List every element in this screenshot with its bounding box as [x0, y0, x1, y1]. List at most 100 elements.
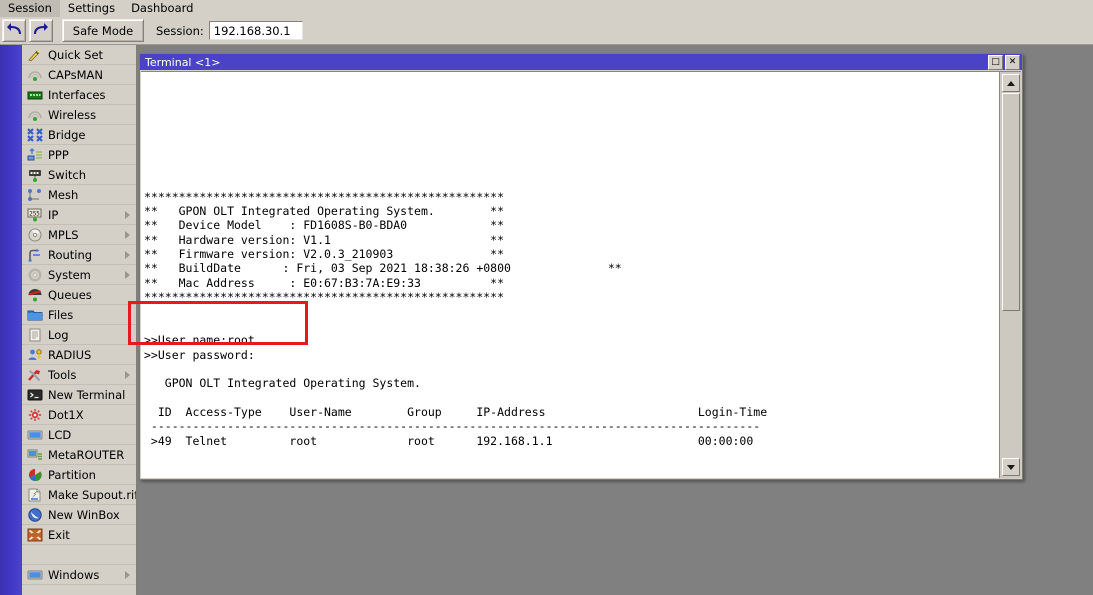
sidebar-item-new-terminal[interactable]: New Terminal	[22, 385, 136, 405]
sidebar-item-mesh[interactable]: Mesh	[22, 185, 136, 205]
queues-icon	[27, 288, 43, 302]
ip-255-icon: 255	[27, 208, 43, 222]
network-card-icon	[27, 88, 43, 102]
terminal-scrollbar[interactable]	[999, 72, 1021, 478]
sidebar-item-label: PPP	[48, 148, 69, 162]
terminal-close-button[interactable]: ✕	[1005, 55, 1020, 70]
sidebar-item-label: Routing	[48, 248, 92, 262]
sidebar-item-label: Interfaces	[48, 88, 105, 102]
radius-user-key-icon	[27, 348, 43, 362]
terminal-title-bar[interactable]: Terminal <1> □ ✕	[140, 54, 1022, 70]
sidebar-item-tools[interactable]: Tools	[22, 365, 136, 385]
undo-button[interactable]	[2, 19, 26, 42]
lcd-icon	[27, 428, 43, 442]
sidebar-item-spacer-25	[22, 545, 136, 565]
antenna-icon	[27, 108, 43, 122]
sidebar-item-new-winbox[interactable]: New WinBox	[22, 505, 136, 525]
sidebar-item-label: CAPsMAN	[48, 68, 103, 82]
sidebar-item-mpls[interactable]: MPLS	[22, 225, 136, 245]
terminal-maximize-button[interactable]: □	[988, 55, 1003, 70]
sidebar-item-radius[interactable]: RADIUS	[22, 345, 136, 365]
sidebar-item-label: Tools	[48, 368, 76, 382]
menu-item-settings[interactable]: Settings	[60, 0, 123, 17]
sidebar-item-label: IP	[48, 208, 58, 222]
terminal-output[interactable]: ****************************************…	[141, 72, 999, 478]
sidebar-item-label: Exit	[48, 528, 70, 542]
scroll-down-button[interactable]	[1002, 458, 1020, 476]
sidebar-item-log[interactable]: Log	[22, 325, 136, 345]
undo-arrow-icon	[7, 23, 22, 39]
menu-item-dashboard[interactable]: Dashboard	[123, 0, 201, 17]
gear-icon	[27, 268, 43, 282]
sidebar-item-partition[interactable]: Partition	[22, 465, 136, 485]
chevron-right-icon	[125, 571, 130, 579]
sidebar-item-switch[interactable]: Switch	[22, 165, 136, 185]
menu-item-session[interactable]: Session	[0, 0, 60, 17]
safe-mode-button[interactable]: Safe Mode	[62, 19, 144, 42]
sidebar-item-label: Dot1X	[48, 408, 84, 422]
sidebar-item-label: Queues	[48, 288, 92, 302]
sidebar-item-label: LCD	[48, 428, 71, 442]
maximize-icon: □	[991, 58, 1000, 67]
sidebar-item-capsman[interactable]: CAPsMAN	[22, 65, 136, 85]
triangle-down-icon	[1007, 465, 1015, 470]
sidebar-item-label: Log	[48, 328, 69, 342]
sidebar-item-label: MetaROUTER	[48, 448, 124, 462]
supout-icon	[27, 488, 43, 502]
routing-icon	[27, 248, 43, 262]
redo-arrow-icon	[34, 23, 49, 39]
sidebar-item-exit[interactable]: Exit	[22, 525, 136, 545]
dot1x-icon	[27, 408, 43, 422]
mpls-icon	[27, 228, 43, 242]
scroll-up-button[interactable]	[1002, 74, 1020, 92]
sidebar-item-wireless[interactable]: Wireless	[22, 105, 136, 125]
session-label: Session:	[156, 24, 204, 38]
sidebar-item-bridge[interactable]: Bridge	[22, 125, 136, 145]
sidebar-item-system[interactable]: System	[22, 265, 136, 285]
terminal-title: Terminal <1>	[145, 56, 988, 69]
windows-icon	[27, 568, 43, 582]
exit-icon	[27, 528, 43, 542]
menu-bar: Session Settings Dashboard	[0, 0, 1093, 18]
scrollbar-thumb[interactable]	[1002, 93, 1020, 311]
sidebar-item-label: Files	[48, 308, 73, 322]
sidebar-item-ip[interactable]: 255 IP	[22, 205, 136, 225]
sidebar-item-label: Quick Set	[48, 48, 103, 62]
bridge-icon	[27, 128, 43, 142]
sidebar-item-label: Mesh	[48, 188, 78, 202]
sidebar-item-ppp[interactable]: PPP	[22, 145, 136, 165]
sidebar-item-windows[interactable]: Windows	[22, 565, 136, 585]
sidebar-item-make-supout-rif[interactable]: Make Supout.rif	[22, 485, 136, 505]
antenna-icon	[27, 68, 43, 82]
sidebar-item-metarouter[interactable]: MetaROUTER	[22, 445, 136, 465]
log-icon	[27, 328, 43, 342]
terminal-icon	[27, 388, 43, 402]
sidebar-item-lcd[interactable]: LCD	[22, 425, 136, 445]
magic-wand-icon	[27, 48, 43, 62]
partition-icon	[27, 468, 43, 482]
sidebar: Quick Set CAPsMAN Interfaces WirelessBridge…	[22, 45, 137, 595]
sidebar-item-dot1x[interactable]: Dot1X	[22, 405, 136, 425]
chevron-right-icon	[125, 231, 130, 239]
terminal-window[interactable]: Terminal <1> □ ✕ ***********************…	[139, 53, 1023, 480]
close-icon: ✕	[1009, 58, 1017, 67]
winbox-icon	[27, 508, 43, 522]
sidebar-item-interfaces[interactable]: Interfaces	[22, 85, 136, 105]
sidebar-item-routing[interactable]: Routing	[22, 245, 136, 265]
sidebar-item-files[interactable]: Files	[22, 305, 136, 325]
sidebar-item-label: New Terminal	[48, 388, 125, 402]
session-address-field[interactable]: 192.168.30.1	[209, 21, 303, 40]
winbox-brand-strip: WinBox	[0, 45, 22, 595]
session-address-value: 192.168.30.1	[214, 24, 291, 38]
sidebar-item-label: Make Supout.rif	[48, 488, 137, 502]
sidebar-item-queues[interactable]: Queues	[22, 285, 136, 305]
sidebar-item-label: System	[48, 268, 91, 282]
sidebar-item-label: RADIUS	[48, 348, 91, 362]
chevron-right-icon	[125, 251, 130, 259]
chevron-right-icon	[125, 271, 130, 279]
sidebar-item-quick-set[interactable]: Quick Set	[22, 45, 136, 65]
ppp-icon	[27, 148, 43, 162]
redo-button[interactable]	[29, 19, 53, 42]
terminal-body: ****************************************…	[141, 71, 1021, 478]
sidebar-item-label: MPLS	[48, 228, 79, 242]
